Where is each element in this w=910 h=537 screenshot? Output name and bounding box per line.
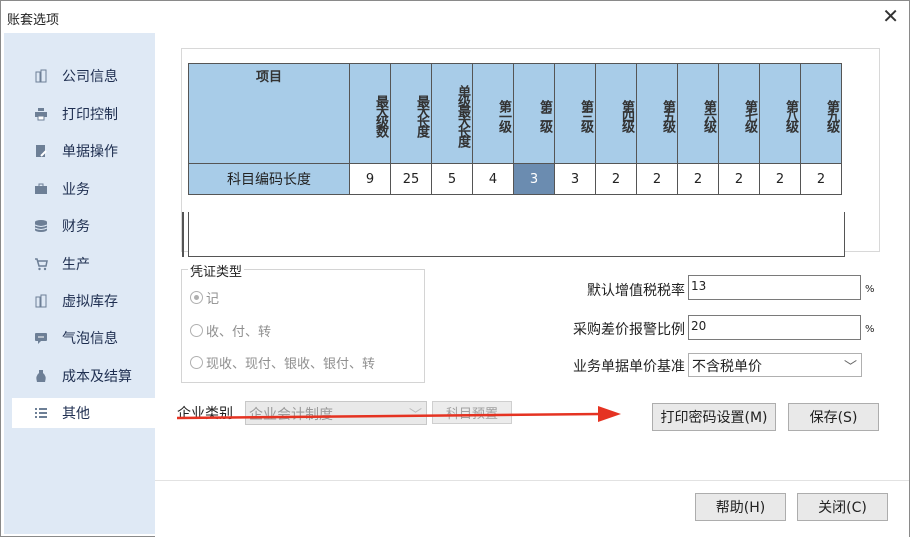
- column-header: 第二级: [513, 63, 555, 164]
- grid-border: [182, 212, 184, 257]
- table-cell[interactable]: 4: [472, 163, 514, 195]
- column-header: 第三级: [554, 63, 596, 164]
- sidebar-item-business[interactable]: 业务: [12, 174, 155, 204]
- voucher-type-option[interactable]: 收、付、转: [190, 321, 271, 340]
- sidebar-item-label: 财务: [62, 219, 90, 235]
- column-header: 第八级: [759, 63, 801, 164]
- sidebar-item-label: 生产: [62, 257, 90, 273]
- price-basis-value: 不含税单价: [692, 359, 762, 375]
- sidebar-item-bubble-info[interactable]: 气泡信息: [12, 323, 155, 353]
- sidebar-item-company-info[interactable]: 公司信息: [12, 61, 155, 91]
- document-edit-icon: [32, 142, 50, 160]
- printer-icon: [32, 105, 50, 123]
- sidebar-item-other[interactable]: 其他: [12, 398, 155, 428]
- column-header: 项目: [188, 63, 350, 164]
- enterprise-type-label: 企业类别: [177, 406, 233, 422]
- sidebar-item-cost-settlement[interactable]: 成本及结算: [12, 361, 155, 391]
- main-panel: 项目 最大级数 最大长度 单级最大长度 第一级 第二级 第三级 第四级 第五级 …: [155, 33, 909, 480]
- window-title: 账套选项: [7, 13, 60, 28]
- code-length-panel: 项目 最大级数 最大长度 单级最大长度 第一级 第二级 第三级 第四级 第五级 …: [181, 48, 880, 257]
- print-password-button[interactable]: 打印密码设置(M): [652, 403, 776, 431]
- building-icon: [32, 67, 50, 85]
- sidebar-item-finance[interactable]: 财务: [12, 211, 155, 241]
- column-header: 第五级: [636, 63, 678, 164]
- voucher-type-title: 凭证类型: [188, 261, 245, 280]
- sidebar-item-label: 虚拟库存: [62, 294, 118, 310]
- options-dialog: 账套选项 ✕ 公司信息 打印控制 单据操作 业务 财务 生产 虚拟库存 气泡信息…: [0, 0, 910, 537]
- code-length-table: 项目 最大级数 最大长度 单级最大长度 第一级 第二级 第三级 第四级 第五级 …: [188, 63, 842, 195]
- variance-ratio-input[interactable]: 20: [688, 315, 861, 340]
- cart-icon: [32, 255, 50, 273]
- table-header-row: 项目 最大级数 最大长度 单级最大长度 第一级 第二级 第三级 第四级 第五级 …: [188, 63, 842, 164]
- voucher-type-option[interactable]: 现收、现付、银收、银付、转: [190, 353, 375, 372]
- vat-rate-unit: %: [865, 284, 875, 295]
- vat-rate-label: 默认增值税税率: [587, 283, 685, 299]
- radio-label: 收、付、转: [206, 325, 272, 340]
- column-header: 第一级: [472, 63, 514, 164]
- enterprise-type-select: 企业会计制度 ﹀: [245, 401, 427, 425]
- sidebar-item-label: 成本及结算: [62, 369, 132, 385]
- sidebar-item-label: 公司信息: [62, 69, 118, 85]
- column-header: 第四级: [595, 63, 637, 164]
- sidebar-item-label: 打印控制: [62, 107, 118, 123]
- sidebar-item-label: 其他: [62, 406, 90, 422]
- money-bag-icon: [32, 367, 50, 385]
- column-header: 最大长度: [390, 63, 432, 164]
- title-bar: 账套选项 ✕: [1, 1, 909, 33]
- radio-label: 现收、现付、银收、银付、转: [206, 357, 376, 372]
- radio-label: 记: [206, 292, 220, 307]
- radio-icon: [190, 356, 203, 369]
- price-basis-select[interactable]: 不含税单价 ﹀: [688, 353, 862, 377]
- radio-selected-icon: [190, 291, 203, 304]
- sidebar: 公司信息 打印控制 单据操作 业务 财务 生产 虚拟库存 气泡信息 成本及结算 …: [4, 33, 155, 534]
- variance-ratio-unit: %: [865, 324, 875, 335]
- close-icon[interactable]: ✕: [882, 6, 899, 26]
- column-header: 第七级: [718, 63, 760, 164]
- table-cell[interactable]: 2: [636, 163, 678, 195]
- table-empty-area: [188, 212, 845, 257]
- table-cell[interactable]: 2: [759, 163, 801, 195]
- row-header: 科目编码长度: [188, 163, 350, 195]
- database-icon: [32, 217, 50, 235]
- table-cell[interactable]: 2: [595, 163, 637, 195]
- table-cell[interactable]: 5: [431, 163, 473, 195]
- table-cell-selected[interactable]: 3: [513, 163, 555, 195]
- voucher-type-option[interactable]: 记: [190, 288, 219, 307]
- close-button[interactable]: 关闭(C): [797, 493, 888, 521]
- table-row: 科目编码长度 9 25 5 4 3 3 2 2 2 2 2 2: [188, 163, 842, 195]
- table-cell[interactable]: 9: [349, 163, 391, 195]
- table-cell[interactable]: 2: [800, 163, 842, 195]
- column-header: 第九级: [800, 63, 842, 164]
- radio-icon: [190, 324, 203, 337]
- column-header: 单级最大长度: [431, 63, 473, 164]
- building-icon: [32, 292, 50, 310]
- sidebar-item-virtual-inventory[interactable]: 虚拟库存: [12, 286, 155, 316]
- account-preset-button: 科目预置: [432, 401, 512, 424]
- sidebar-item-print-control[interactable]: 打印控制: [12, 99, 155, 129]
- sidebar-item-production[interactable]: 生产: [12, 249, 155, 279]
- table-cell[interactable]: 2: [677, 163, 719, 195]
- briefcase-icon: [32, 180, 50, 198]
- voucher-type-group: 凭证类型 记 收、付、转 现收、现付、银收、银付、转: [181, 261, 425, 383]
- column-header: 最大级数: [349, 63, 391, 164]
- vat-rate-input[interactable]: 13: [688, 275, 861, 300]
- column-header: 第六级: [677, 63, 719, 164]
- table-cell[interactable]: 2: [718, 163, 760, 195]
- enterprise-type-value: 企业会计制度: [249, 407, 333, 423]
- chevron-down-icon: ﹀: [408, 408, 422, 423]
- chat-bubble-icon: [32, 329, 50, 347]
- variance-ratio-label: 采购差价报警比例: [573, 322, 685, 338]
- help-button[interactable]: 帮助(H): [695, 493, 786, 521]
- sidebar-item-label: 单据操作: [62, 144, 118, 160]
- sidebar-item-label: 气泡信息: [62, 331, 118, 347]
- dialog-footer: 帮助(H) 关闭(C): [155, 480, 909, 537]
- sidebar-item-label: 业务: [62, 182, 90, 198]
- table-cell[interactable]: 25: [390, 163, 432, 195]
- chevron-down-icon: ﹀: [843, 360, 857, 375]
- list-icon: [32, 404, 50, 422]
- table-cell[interactable]: 3: [554, 163, 596, 195]
- price-basis-label: 业务单据单价基准: [573, 359, 685, 375]
- save-button[interactable]: 保存(S): [788, 403, 879, 431]
- sidebar-item-document-operation[interactable]: 单据操作: [12, 136, 155, 166]
